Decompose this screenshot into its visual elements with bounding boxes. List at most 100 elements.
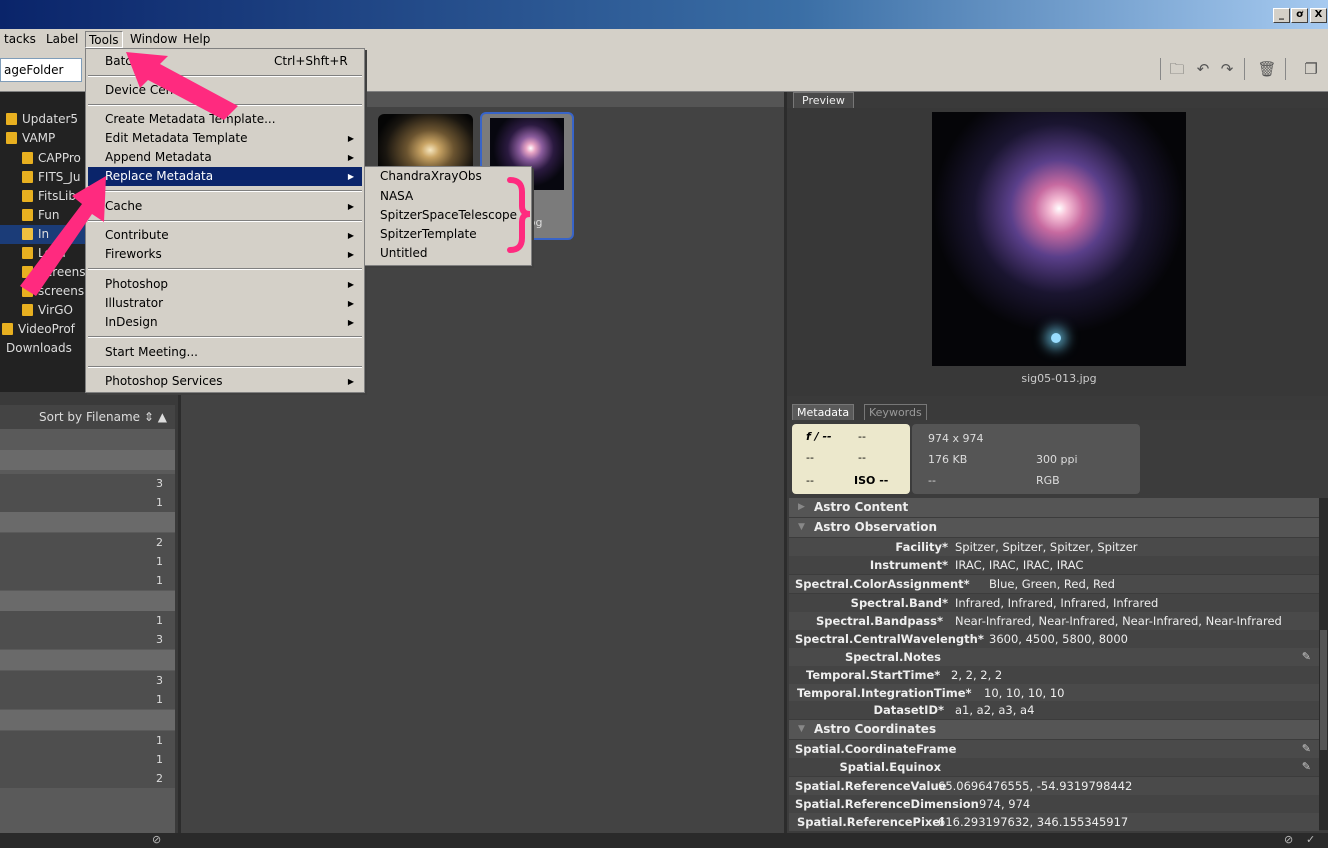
minimize-button[interactable]: _ [1273, 8, 1290, 23]
filter-row[interactable]: 3 [0, 630, 175, 649]
folder-item[interactable]: Updater5 [6, 110, 78, 129]
filter-row[interactable]: 2 [0, 533, 175, 552]
tab-keywords[interactable]: Keywords [864, 404, 927, 420]
metadata-row[interactable]: Temporal.IntegrationTime* 10, 10, 10, 10 [789, 684, 1319, 702]
menu-item-photoshop[interactable]: Photoshop ▶ [88, 275, 362, 294]
filter-row[interactable]: 1 [0, 493, 175, 512]
filter-category-header[interactable] [0, 710, 175, 730]
filter-category-header[interactable] [0, 650, 175, 670]
preview-image[interactable] [932, 112, 1186, 366]
metadata-row[interactable]: Spectral.Notes ✎ [789, 648, 1319, 666]
metadata-row[interactable]: Spectral.CentralWavelength* 3600, 4500, 5… [789, 630, 1319, 648]
submenu-item-nasa[interactable]: NASA [369, 187, 413, 206]
folder-item[interactable]: FitsLib [22, 187, 76, 206]
menu-item-fireworks[interactable]: Fireworks ▶ [88, 245, 362, 264]
menu-item-replace-metadata[interactable]: Replace Metadata ▶ [88, 167, 362, 186]
metadata-row[interactable]: Spatial.ReferenceDimension 974, 974 [789, 795, 1319, 813]
menu-label[interactable]: Label [43, 31, 81, 48]
sort-control[interactable]: Sort by Filename ⇕ ▲ [0, 405, 175, 429]
pencil-icon[interactable]: ✎ [1302, 758, 1311, 776]
tab-metadata[interactable]: Metadata [792, 404, 855, 420]
no-entry-icon[interactable]: ⊘ [1284, 833, 1293, 846]
submenu-item-spitzer-space-telescope[interactable]: SpitzerSpaceTelescope [369, 206, 517, 225]
toolbar-separator [1244, 58, 1245, 80]
delete-icon[interactable]: 🗑 [1256, 58, 1278, 80]
path-dropdown[interactable]: ageFolder [0, 58, 82, 82]
menu-stacks[interactable]: tacks [1, 31, 39, 48]
folder-icon [22, 266, 33, 278]
submenu-item-untitled[interactable]: Untitled [369, 244, 427, 263]
filter-row[interactable]: 1 [0, 552, 175, 571]
filter-row[interactable]: 1 [0, 690, 175, 709]
metadata-row[interactable]: Spectral.Bandpass* Near-Infrared, Near-In… [789, 612, 1319, 630]
filter-category-header[interactable] [0, 591, 175, 611]
filter-category-header[interactable] [0, 512, 175, 532]
menu-item-illustrator[interactable]: Illustrator ▶ [88, 294, 362, 313]
metadata-row[interactable]: Instrument* IRAC, IRAC, IRAC, IRAC [789, 556, 1319, 574]
folder-icon [22, 152, 33, 164]
menu-help[interactable]: Help [180, 31, 213, 48]
menu-item-cache[interactable]: Cache ▶ [88, 197, 362, 216]
rotate-right-icon[interactable]: ↷ [1216, 58, 1238, 80]
tab-preview[interactable]: Preview [793, 92, 854, 108]
section-astro-observation[interactable]: ▼ Astro Observation [789, 518, 1319, 537]
scrollbar-thumb[interactable] [1320, 630, 1327, 750]
folder-item[interactable]: screens [22, 282, 84, 301]
submenu-item-spitzer-template[interactable]: SpitzerTemplate [369, 225, 477, 244]
metadata-row[interactable]: Spatial.Equinox ✎ [789, 758, 1319, 776]
folder-item[interactable]: VideoProf [2, 320, 75, 339]
folder-item[interactable]: CAPPro [22, 149, 81, 168]
menu-item-batch[interactable]: Batch... Ctrl+Shft+R [88, 52, 362, 71]
menu-window[interactable]: Window [127, 31, 180, 48]
metadata-row[interactable]: Spatial.CoordinateFrame ✎ [789, 740, 1319, 758]
rotate-left-icon[interactable]: ↶ [1192, 58, 1214, 80]
close-button[interactable]: X [1310, 8, 1327, 23]
filter-category-header[interactable] [0, 450, 175, 470]
section-astro-content[interactable]: ▶ Astro Content [789, 498, 1319, 517]
folder-item[interactable]: Screens [22, 263, 86, 282]
checkmark-icon[interactable]: ✓ [1306, 833, 1315, 846]
compact-mode-icon[interactable]: ❐ [1300, 58, 1322, 80]
maximize-button[interactable]: ơ [1291, 8, 1308, 23]
filter-row[interactable]: 1 [0, 571, 175, 590]
metadata-row[interactable]: Spectral.Band* Infrared, Infrared, Infrar… [789, 594, 1319, 612]
submenu-item-chandra[interactable]: ChandraXrayObs [369, 167, 482, 186]
folder-item[interactable]: VAMP [6, 129, 55, 148]
folder-item[interactable]: FITS_Ju [22, 168, 81, 187]
pencil-icon[interactable]: ✎ [1302, 740, 1311, 758]
menu-tools[interactable]: Tools [85, 31, 123, 48]
folder-item[interactable]: VirGO [22, 301, 73, 320]
aperture-value: f / -- [806, 430, 832, 443]
folder-item[interactable]: Loca [22, 244, 66, 263]
menu-item-contribute[interactable]: Contribute ▶ [88, 226, 362, 245]
folder-item[interactable]: Downloads [6, 339, 72, 358]
filter-row[interactable]: 1 [0, 750, 175, 769]
menu-item-append-metadata[interactable]: Append Metadata ▶ [88, 148, 362, 167]
menu-item-start-meeting[interactable]: Start Meeting... [88, 343, 362, 362]
metadata-row[interactable]: DatasetID* a1, a2, a3, a4 [789, 701, 1319, 719]
new-folder-icon[interactable]: 🗀 [1166, 58, 1188, 80]
camera-value: -- [858, 451, 866, 464]
filter-row[interactable]: 1 [0, 731, 175, 750]
folder-item[interactable]: Fun [22, 206, 59, 225]
metadata-row[interactable]: Spectral.ColorAssignment* Blue, Green, Re… [789, 575, 1319, 593]
filter-row[interactable]: 2 [0, 769, 175, 788]
metadata-row[interactable]: Temporal.StartTime* 2, 2, 2, 2 [789, 666, 1319, 684]
filter-row[interactable]: 3 [0, 671, 175, 690]
no-entry-icon[interactable]: ⊘ [152, 833, 161, 846]
menu-item-indesign[interactable]: InDesign ▶ [88, 313, 362, 332]
filter-row[interactable]: 3 [0, 474, 175, 493]
colormode-value: RGB [1036, 474, 1060, 487]
camera-value: -- [806, 474, 814, 487]
menu-item-photoshop-services[interactable]: Photoshop Services ▶ [88, 372, 362, 391]
folder-icon [22, 171, 33, 183]
filter-row[interactable]: 1 [0, 611, 175, 630]
section-astro-coordinates[interactable]: ▼ Astro Coordinates [789, 720, 1319, 739]
menu-item-create-metadata-template[interactable]: Create Metadata Template... [88, 110, 362, 129]
pencil-icon[interactable]: ✎ [1302, 648, 1311, 666]
menu-item-edit-metadata-template[interactable]: Edit Metadata Template ▶ [88, 129, 362, 148]
menu-item-device-central[interactable]: Device Central... [88, 81, 362, 100]
metadata-row[interactable]: Spatial.ReferenceValue 65.0696476555, -54… [789, 777, 1319, 795]
metadata-row[interactable]: Facility* Spitzer, Spitzer, Spitzer, Spit… [789, 538, 1319, 556]
metadata-row[interactable]: Spatial.ReferencePixel 616.293197632, 346… [789, 813, 1319, 831]
